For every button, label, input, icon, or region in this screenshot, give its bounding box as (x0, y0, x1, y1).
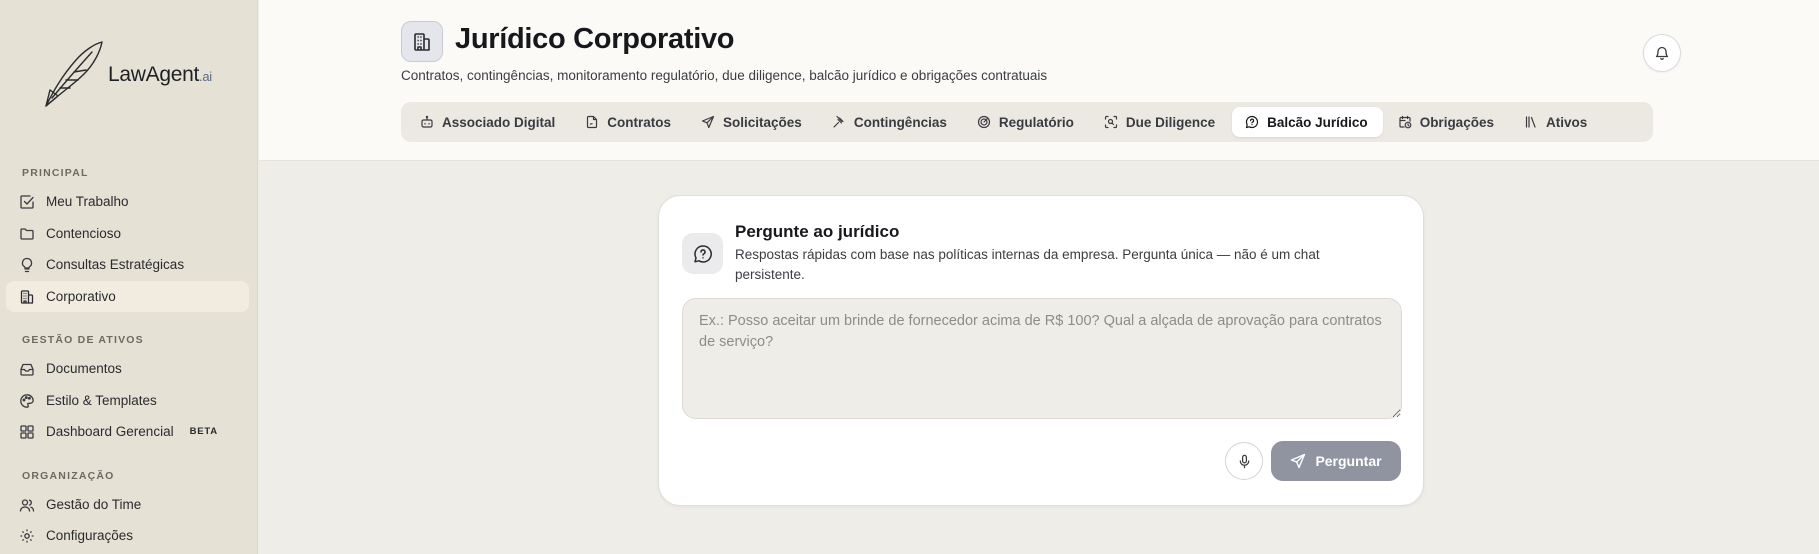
send-icon (1291, 453, 1306, 469)
page-subtitle: Contratos, contingências, monitoramento … (401, 68, 1048, 83)
tab-label: Balcão Jurídico (1267, 114, 1368, 130)
calendar-clock-icon (1399, 115, 1412, 129)
bot-icon (421, 115, 433, 128)
logo[interactable]: LawAgent.ai (40, 38, 212, 110)
dashboard-icon (20, 424, 34, 439)
nav-item-label: Contencioso (46, 226, 122, 241)
tab-label: Regulatório (998, 114, 1074, 130)
tab-label: Ativos (1545, 114, 1588, 130)
section-title-gestao-de-ativos: GESTÃO DE ATIVOS (22, 334, 144, 346)
tab-label: Due Diligence (1125, 114, 1216, 130)
scan-search-icon (1104, 115, 1117, 129)
tab-label: Contingências (853, 114, 947, 130)
tab-due-diligence[interactable]: Due Diligence (1091, 107, 1230, 137)
tab-label: Contratos (607, 114, 672, 130)
nav-item-gestao-do-time[interactable]: Gestão do Time (6, 489, 249, 520)
page-title: Jurídico Corporativo (455, 23, 735, 55)
tab-label: Associado Digital (442, 114, 556, 130)
nav-item-label: Configurações (46, 528, 134, 543)
tab-obrigacoes[interactable]: Obrigações (1385, 107, 1509, 137)
nav-item-label: Estilo & Templates (46, 393, 157, 408)
nav-item-label: Dashboard Gerencial (46, 424, 174, 439)
nav-item-label: Corporativo (46, 289, 116, 304)
folder-icon (20, 227, 34, 240)
tab-contingencias[interactable]: Contingências (819, 107, 962, 137)
inbox-icon (20, 363, 34, 376)
gavel-icon (833, 115, 844, 128)
message-question-icon (682, 233, 723, 274)
quill-logo-icon (45, 41, 103, 107)
microphone-icon (1239, 454, 1249, 468)
nav-item-meu-trabalho[interactable]: Meu Trabalho (6, 186, 249, 217)
card-description: Respostas rápidas com base nas políticas… (735, 247, 1320, 282)
file-signature-icon (587, 115, 598, 129)
tab-label: Solicitações (723, 114, 802, 130)
send-icon (701, 115, 715, 129)
nav-item-dashboard-gerencial[interactable]: Dashboard Gerencial BETA (6, 416, 249, 447)
tab-associado-digital[interactable]: Associado Digital (407, 107, 570, 137)
checkbox-icon (20, 194, 34, 209)
title-building-icon (401, 21, 443, 62)
corporate-tabs: Associado Digital Contratos Solicitações… (401, 102, 1653, 142)
nav-item-label: Meu Trabalho (46, 194, 129, 209)
nav-item-estilo-templates[interactable]: Estilo & Templates (6, 385, 249, 416)
library-icon (1525, 116, 1536, 128)
voice-input-button[interactable] (1225, 442, 1263, 480)
nav-item-label: Documentos (46, 361, 122, 376)
notifications-button[interactable] (1643, 34, 1681, 72)
card-title: Pergunte ao jurídico (735, 222, 900, 241)
question-input[interactable] (682, 298, 1402, 419)
gear-icon (20, 529, 34, 542)
sidebar: LawAgent.ai PRINCIPAL Meu Trabalho Conte… (0, 0, 258, 554)
nav-item-documentos[interactable]: Documentos (6, 353, 249, 384)
radar-icon (977, 115, 990, 129)
nav-item-configuracoes[interactable]: Configurações (6, 520, 249, 551)
ask-button[interactable]: Perguntar (1271, 441, 1401, 481)
building-icon (20, 289, 34, 304)
tab-label: Obrigações (1419, 114, 1494, 130)
nav-item-consultas-estrategicas[interactable]: Consultas Estratégicas (6, 249, 249, 280)
lightbulb-icon (21, 257, 33, 272)
nav-item-contencioso[interactable]: Contencioso (6, 218, 249, 249)
nav-item-label: Gestão do Time (46, 497, 142, 512)
nav-item-corporativo[interactable]: Corporativo (6, 281, 249, 312)
bell-icon (1655, 46, 1669, 60)
users-icon (19, 498, 35, 512)
palette-icon (20, 393, 34, 408)
beta-badge: BETA (189, 426, 218, 437)
brand-name: LawAgent.ai (108, 63, 212, 86)
ask-button-label: Perguntar (1315, 453, 1382, 469)
tab-regulatorio[interactable]: Regulatório (964, 107, 1089, 137)
page-header: Jurídico Corporativo Contratos, contingê… (259, 0, 1819, 161)
section-title-organizacao: ORGANIZAÇÃO (22, 470, 115, 482)
section-title-principal: PRINCIPAL (22, 167, 89, 179)
tab-solicitacoes[interactable]: Solicitações (688, 107, 817, 137)
nav-item-label: Consultas Estratégicas (46, 257, 185, 272)
tab-ativos[interactable]: Ativos (1511, 107, 1602, 137)
tab-balcao-juridico[interactable]: Balcão Jurídico (1232, 107, 1383, 137)
ask-legal-card: Pergunte ao jurídico Respostas rápidas c… (658, 195, 1424, 506)
message-question-icon (1246, 115, 1259, 129)
tab-contratos[interactable]: Contratos (572, 107, 686, 137)
